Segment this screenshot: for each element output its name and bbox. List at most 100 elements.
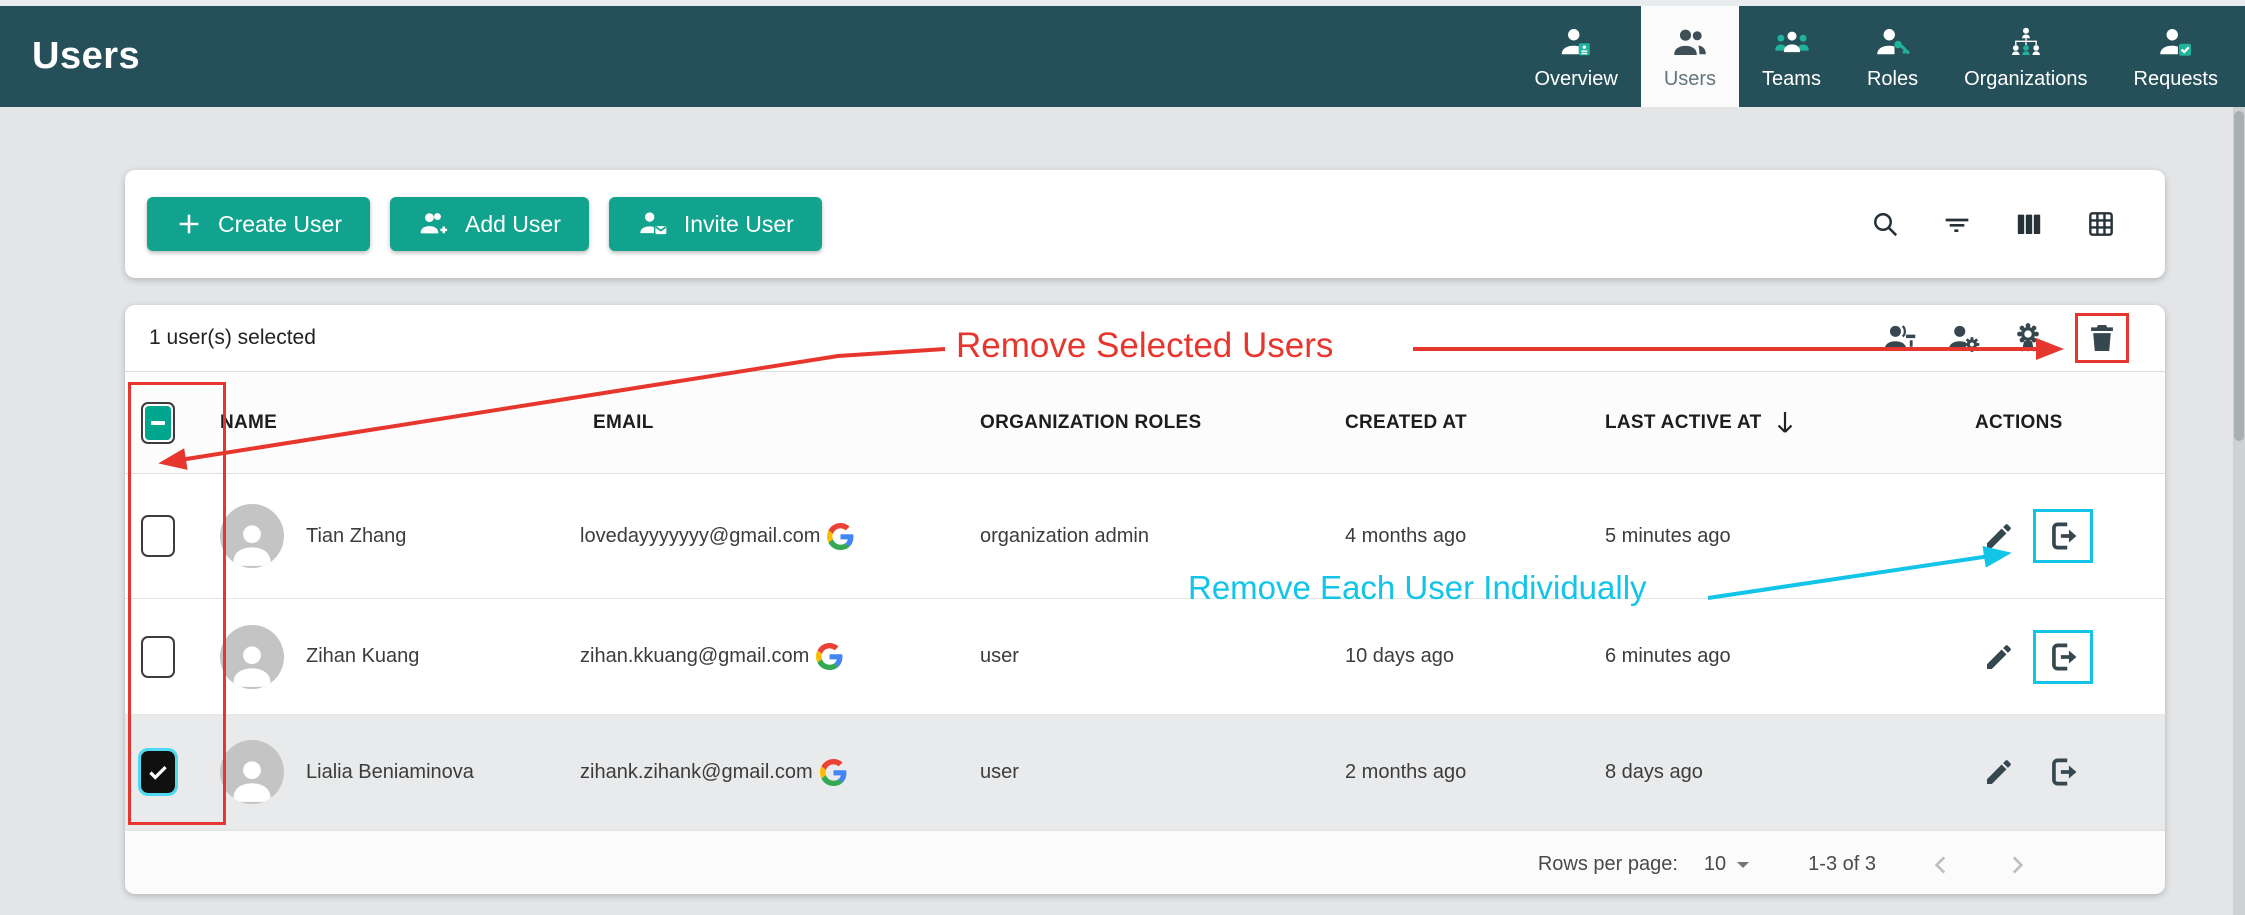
invite-user-button[interactable]: Invite User <box>609 197 822 251</box>
pagination-bar: Rows per page: 10 1-3 of 3 <box>125 830 2165 894</box>
bulk-action-icons <box>1883 313 2129 363</box>
organizations-icon <box>2008 23 2044 61</box>
add-user-button[interactable]: Add User <box>390 197 589 251</box>
next-page-button[interactable] <box>2004 852 2030 878</box>
user-settings-icon[interactable] <box>1947 321 1981 355</box>
created-at: 2 months ago <box>1345 761 1605 784</box>
remove-user-icon[interactable] <box>2046 755 2080 789</box>
users-icon <box>1672 23 1708 61</box>
nav-label: Requests <box>2134 68 2219 91</box>
user-email: lovedayyyyyyy@gmail.com <box>580 525 820 548</box>
remove-user-from-team-icon[interactable] <box>1883 321 1917 355</box>
avatar <box>220 740 284 804</box>
column-header-created-at[interactable]: CREATED AT <box>1345 412 1605 434</box>
pagination-range: 1-3 of 3 <box>1808 853 1876 876</box>
nav-tab-users[interactable]: Users <box>1641 6 1739 107</box>
create-user-label: Create User <box>218 211 342 238</box>
award-role-icon[interactable] <box>2011 321 2045 355</box>
nav-label: Organizations <box>1964 68 2087 91</box>
table-view-tools <box>1869 208 2117 240</box>
nav-label: Users <box>1664 68 1716 91</box>
selection-count: 1 user(s) selected <box>149 326 316 350</box>
google-icon <box>827 523 854 550</box>
remove-user-icon[interactable] <box>2046 640 2080 674</box>
last-active-at: 6 minutes ago <box>1605 645 1975 668</box>
last-active-label: LAST ACTIVE AT <box>1605 412 1762 434</box>
avatar <box>220 504 284 568</box>
select-all-checkbox[interactable] <box>141 402 175 444</box>
column-header-org-roles[interactable]: ORGANIZATION ROLES <box>980 412 1345 434</box>
google-icon <box>820 759 847 786</box>
selection-bar: 1 user(s) selected <box>125 305 2165 372</box>
person-plus-icon <box>418 208 450 240</box>
user-name: Zihan Kuang <box>306 645 419 668</box>
column-header-last-active[interactable]: LAST ACTIVE AT <box>1605 409 1975 437</box>
row-checkbox[interactable] <box>141 515 175 557</box>
plus-icon <box>175 210 203 238</box>
nav-label: Overview <box>1534 68 1617 91</box>
add-user-label: Add User <box>465 211 561 238</box>
user-role: organization admin <box>980 525 1345 548</box>
row-checkbox[interactable] <box>141 636 175 678</box>
search-icon[interactable] <box>1869 208 1901 240</box>
user-role: user <box>980 645 1345 668</box>
previous-page-button[interactable] <box>1928 852 1954 878</box>
edit-user-icon[interactable] <box>1983 520 2015 552</box>
nav-label: Teams <box>1762 68 1821 91</box>
rows-per-page-value: 10 <box>1704 853 1726 876</box>
user-role: user <box>980 761 1345 784</box>
nav-tab-requests[interactable]: Requests <box>2111 6 2242 107</box>
app-header: Users Overview Users Teams <box>0 6 2245 107</box>
last-active-at: 8 days ago <box>1605 761 1975 784</box>
invite-user-label: Invite User <box>684 211 794 238</box>
scrollbar-thumb[interactable] <box>2234 111 2244 441</box>
avatar <box>220 625 284 689</box>
users-table: 1 user(s) selected <box>125 305 2165 894</box>
create-user-button[interactable]: Create User <box>147 197 370 251</box>
column-header-name[interactable]: NAME <box>220 412 580 434</box>
table-header-row: NAME EMAIL ORGANIZATION ROLES CREATED AT… <box>125 372 2165 474</box>
rows-per-page-label: Rows per page: <box>1538 853 1678 876</box>
requests-icon <box>2158 23 2194 61</box>
main-nav: Overview Users Teams Roles <box>1511 6 2241 107</box>
last-active-at: 5 minutes ago <box>1605 525 1975 548</box>
remove-user-icon[interactable] <box>2046 519 2080 553</box>
nav-tab-roles[interactable]: Roles <box>1844 6 1941 107</box>
user-name: Lialia Beniaminova <box>306 761 474 784</box>
nav-tab-organizations[interactable]: Organizations <box>1941 6 2110 107</box>
toolbar-buttons: Create User Add User Invite User <box>147 197 822 251</box>
overview-icon <box>1558 23 1594 61</box>
nav-label: Roles <box>1867 68 1918 91</box>
teams-icon <box>1774 23 1810 61</box>
user-email: zihank.zihank@gmail.com <box>580 761 813 784</box>
column-header-email[interactable]: EMAIL <box>580 412 980 434</box>
dropdown-caret-icon <box>1736 860 1750 870</box>
google-icon <box>816 643 843 670</box>
created-at: 4 months ago <box>1345 525 1605 548</box>
edit-user-icon[interactable] <box>1983 641 2015 673</box>
scrollbar[interactable] <box>2233 107 2245 915</box>
user-name: Tian Zhang <box>306 525 406 548</box>
nav-tab-overview[interactable]: Overview <box>1511 6 1640 107</box>
user-email: zihan.kkuang@gmail.com <box>580 645 809 668</box>
created-at: 10 days ago <box>1345 645 1605 668</box>
indeterminate-dash-icon <box>151 421 165 425</box>
page-title: Users <box>32 35 140 78</box>
column-view-icon[interactable] <box>2013 208 2045 240</box>
table-row[interactable]: Tian Zhang lovedayyyyyyy@gmail.com organ… <box>125 474 2165 599</box>
roles-icon <box>1875 23 1911 61</box>
edit-user-icon[interactable] <box>1983 756 2015 788</box>
grid-view-icon[interactable] <box>2085 208 2117 240</box>
table-row[interactable]: Zihan Kuang zihan.kkuang@gmail.com user … <box>125 599 2165 715</box>
remove-user-annotation-box <box>2033 509 2093 563</box>
sort-desc-icon[interactable] <box>1774 409 1796 437</box>
table-row-selected[interactable]: Lialia Beniaminova zihank.zihank@gmail.c… <box>125 715 2165 830</box>
rows-per-page-select[interactable]: 10 <box>1704 853 1750 876</box>
toolbar: Create User Add User Invite User <box>125 170 2165 278</box>
nav-tab-teams[interactable]: Teams <box>1739 6 1844 107</box>
trash-icon[interactable] <box>2085 321 2119 355</box>
filter-icon[interactable] <box>1941 208 1973 240</box>
row-checkbox-checked[interactable] <box>141 751 175 793</box>
delete-selected-annotation-box <box>2075 313 2129 363</box>
person-envelope-icon <box>637 208 669 240</box>
